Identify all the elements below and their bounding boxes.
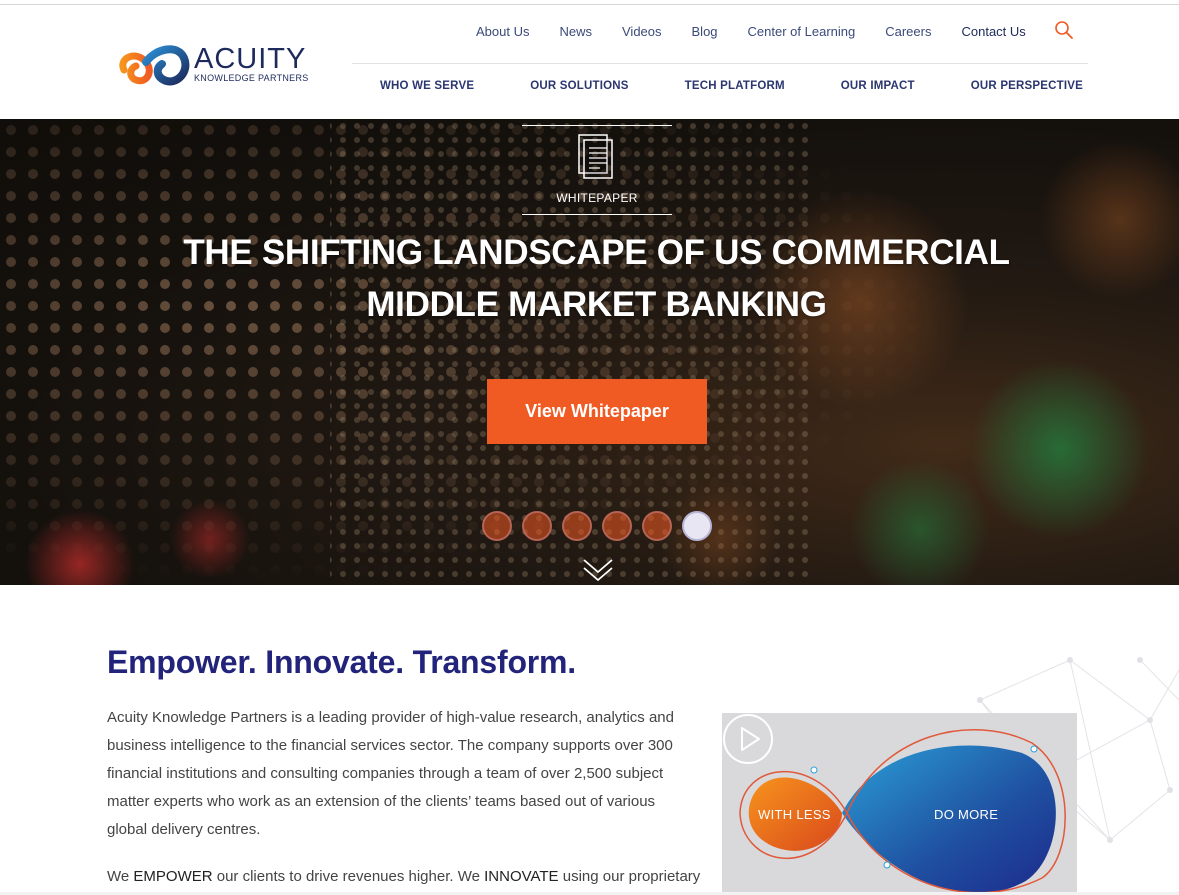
double-chevron-down-icon[interactable] [582,556,614,584]
play-icon[interactable] [722,713,774,765]
nav-link-about-us[interactable]: About Us [476,24,529,39]
intro-line-5: global delivery centres. [107,821,261,838]
logo-mark-icon [119,45,190,86]
intro-paragraph: Acuity Knowledge Partners is a leading p… [107,704,719,844]
intro-paragraph-2: We EMPOWER our clients to drive revenues… [107,864,727,890]
p2-empower: EMPOWER [133,868,213,885]
hero-tag-label: WHITEPAPER [556,191,638,205]
nav-link-careers[interactable]: Careers [885,24,931,39]
logo-tagline: KNOWLEDGE PARTNERS [194,72,309,83]
slide-dot-3[interactable] [562,511,592,541]
section-heading: Empower. Innovate. Transform. [107,644,576,680]
tag-divider-top [522,125,672,126]
slide-dot-5[interactable] [642,511,672,541]
main-nav-our-impact[interactable]: OUR IMPACT [841,80,915,92]
video-label-do-more: DO MORE [934,807,999,822]
main-nav-tech-platform[interactable]: TECH PLATFORM [685,80,785,92]
hero-title-line-2: MIDDLE MARKET BANKING [366,285,827,324]
hero-slider: WHITEPAPER THE SHIFTING LANDSCAPE OF US … [0,119,1179,585]
utility-nav: About Us News Videos Blog Center of Lear… [476,21,1056,41]
slider-pagination [482,511,722,541]
p2-innovate: INNOVATE [484,868,559,885]
intro-line-3: financial institutions and consulting co… [107,765,664,782]
nav-link-blog[interactable]: Blog [692,24,718,39]
slide-dot-2[interactable] [522,511,552,541]
infinity-graphic [739,729,1066,894]
document-icon [578,134,613,179]
intro-line-4: matter experts who work as an extension … [107,793,656,810]
nav-link-videos[interactable]: Videos [622,24,662,39]
hero-title-line-1: THE SHIFTING LANDSCAPE OF US COMMERCIAL [183,233,1010,272]
main-nav-our-perspective[interactable]: OUR PERSPECTIVE [971,80,1083,92]
view-whitepaper-button[interactable]: View Whitepaper [487,379,707,444]
acuity-logo[interactable]: ACUITY KNOWLEDGE PARTNERS [116,39,316,89]
video-label-with-less: WITH LESS [758,807,831,822]
slide-dot-1[interactable] [482,511,512,541]
nav-divider [352,63,1088,64]
intro-line-2: business intelligence to the financial s… [107,737,673,754]
hero-content-type: WHITEPAPER [522,125,672,215]
site-header: ACUITY KNOWLEDGE PARTNERS About Us News … [0,5,1179,119]
logo-wordmark: ACUITY [194,42,307,75]
main-nav: WHO WE SERVE OUR SOLUTIONS TECH PLATFORM… [380,80,1083,92]
nav-link-news[interactable]: News [559,24,592,39]
intro-video-thumbnail[interactable]: WITH LESS DO MORE [722,713,1077,895]
intro-line-1: Acuity Knowledge Partners is a leading p… [107,709,674,726]
nav-link-center-of-learning[interactable]: Center of Learning [748,24,856,39]
tag-divider-bottom [522,214,672,215]
main-nav-our-solutions[interactable]: OUR SOLUTIONS [530,80,628,92]
nav-link-contact-us[interactable]: Contact Us [961,24,1025,39]
p2-text-e: using our proprietary [558,868,701,885]
slide-dot-4[interactable] [602,511,632,541]
p2-text-a: We [107,868,134,885]
main-nav-who-we-serve[interactable]: WHO WE SERVE [380,80,474,92]
search-icon[interactable] [1054,20,1074,40]
p2-text-c: our clients to drive revenues higher. We [212,868,485,885]
slide-dot-6-active[interactable] [682,511,712,541]
hero-title: THE SHIFTING LANDSCAPE OF US COMMERCIAL … [100,227,1093,331]
